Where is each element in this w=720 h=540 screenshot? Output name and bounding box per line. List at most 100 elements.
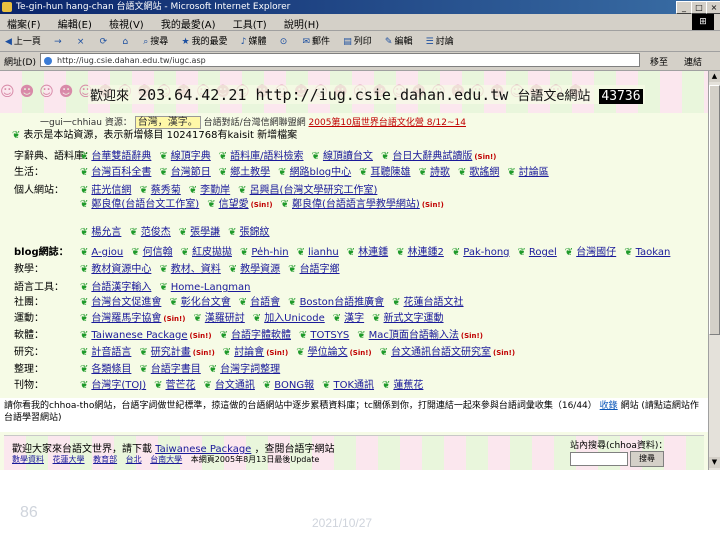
directory-link[interactable]: 討論區	[519, 167, 549, 178]
close-button[interactable]: ×	[706, 1, 720, 14]
directory-link[interactable]: 蔡秀菊	[151, 185, 181, 196]
directory-link[interactable]: 花蓮台語文社	[404, 297, 464, 308]
media-button[interactable]: ♪ 媒體	[236, 31, 272, 50]
directory-link[interactable]: 台語會	[250, 297, 280, 308]
refresh-button[interactable]: ⟳	[95, 34, 115, 50]
footer-link[interactable]: 台北	[126, 455, 142, 464]
directory-link[interactable]: 新式文字運動	[384, 313, 444, 324]
search-button[interactable]: ⌕ 搜尋	[138, 31, 173, 50]
directory-link[interactable]: 台華雙語辭典	[91, 151, 151, 162]
directory-link[interactable]: 蓮蕉花	[393, 380, 423, 391]
directory-link[interactable]: 台灣節日	[171, 167, 211, 178]
mail-button[interactable]: ✉ 郵件	[297, 31, 335, 50]
directory-link[interactable]: 台語字體軟體	[231, 330, 291, 341]
directory-link[interactable]: 線頂讀台文	[323, 151, 373, 162]
footer-link[interactable]: 台南大學	[150, 455, 182, 464]
directory-link[interactable]: 信望愛	[219, 199, 249, 210]
directory-link[interactable]: 台灣字詞整理	[220, 364, 280, 375]
directory-link[interactable]: 李勤岸	[200, 185, 230, 196]
favorites-button[interactable]: ★ 我的最愛	[176, 31, 232, 50]
maximize-button[interactable]: □	[691, 1, 707, 14]
directory-link[interactable]: 學位論文	[308, 347, 348, 358]
directory-link[interactable]: 台灣百科全書	[91, 167, 151, 178]
footer-link[interactable]: 數學資料	[12, 455, 44, 464]
discuss-button[interactable]: ☰ 討論	[421, 31, 459, 50]
go-button[interactable]: 移至	[650, 55, 668, 68]
scroll-down-icon[interactable]: ▼	[709, 457, 720, 468]
footer-link[interactable]: 花蓮大學	[53, 455, 85, 464]
directory-link[interactable]: Boston台語推廣會	[300, 297, 385, 308]
directory-link[interactable]: TOTSYS	[310, 330, 349, 341]
directory-link[interactable]: BONG報	[274, 380, 314, 391]
directory-link[interactable]: Pe̍h-hin	[251, 247, 288, 258]
directory-link[interactable]: 張錦紋	[240, 227, 270, 238]
edit-button[interactable]: ✎ 編輯	[380, 31, 418, 50]
scroll-thumb[interactable]	[709, 85, 720, 335]
directory-link[interactable]: 語料庫/語料檢索	[230, 151, 303, 162]
directory-link[interactable]: 加入Unicode	[264, 313, 325, 324]
directory-link[interactable]: 教材資源中心	[91, 264, 151, 275]
directory-link[interactable]: 菅芒花	[166, 380, 196, 391]
directory-link[interactable]: 鄉土教學	[230, 167, 270, 178]
scroll-up-icon[interactable]: ▲	[709, 71, 720, 82]
directory-link[interactable]: 各類條目	[91, 364, 131, 375]
directory-link[interactable]: 台灣羅馬字協會	[91, 313, 161, 324]
minimize-button[interactable]: _	[676, 1, 692, 14]
directory-link[interactable]: Rogel	[529, 247, 557, 258]
footer-link[interactable]: 教育部	[93, 455, 117, 464]
directory-link[interactable]: 詩歌	[430, 167, 450, 178]
directory-link[interactable]: 台灣台文促進會	[91, 297, 161, 308]
directory-link[interactable]: 網路blog中心	[290, 167, 352, 178]
directory-link[interactable]: 教材、資料	[171, 264, 221, 275]
info-link[interactable]: 收錄	[600, 401, 618, 411]
links-button[interactable]: 連結	[684, 55, 702, 68]
directory-link[interactable]: 彰化台文會	[181, 297, 231, 308]
directory-link[interactable]: Mac頂面台語輸入法	[369, 330, 459, 341]
directory-link[interactable]: 呂興昌(台灣文學研究工作室)	[250, 185, 378, 196]
directory-link[interactable]: 楊允言	[91, 227, 121, 238]
forward-button[interactable]: →	[49, 34, 69, 50]
stop-button[interactable]: ×	[72, 34, 92, 50]
directory-link[interactable]: TOK通訊	[333, 380, 374, 391]
directory-link[interactable]: 討論會	[234, 347, 264, 358]
directory-link[interactable]: 何信翰	[143, 247, 173, 258]
address-input[interactable]: http://iug.csie.dahan.edu.tw/iugc.asp	[40, 53, 640, 67]
directory-link[interactable]: 林連鍾2	[407, 247, 443, 258]
directory-link[interactable]: 張學謙	[190, 227, 220, 238]
directory-link[interactable]: Pak-hong	[463, 247, 509, 258]
site-search-button[interactable]: 搜尋	[630, 451, 664, 467]
directory-link[interactable]: 台語字書目	[151, 364, 201, 375]
directory-link[interactable]: 台文通訊	[215, 380, 255, 391]
directory-link[interactable]: 紅皮拋拋	[192, 247, 232, 258]
directory-link[interactable]: 范俊杰	[141, 227, 171, 238]
directory-link[interactable]: 漢羅研討	[205, 313, 245, 324]
directory-link[interactable]: 研究計畫	[151, 347, 191, 358]
back-button[interactable]: ◀ 上一頁	[0, 31, 46, 50]
vertical-scrollbar[interactable]: ▲ ▼	[708, 71, 720, 470]
directory-link[interactable]: lianhu	[308, 247, 339, 258]
directory-link[interactable]: A-giou	[91, 247, 123, 258]
directory-link[interactable]: 莊光信網	[91, 185, 131, 196]
directory-link[interactable]: 台日大辭典試讀版	[392, 151, 472, 162]
site-search-input[interactable]	[570, 452, 628, 466]
directory-link[interactable]: 計音語言	[91, 347, 131, 358]
directory-link[interactable]: 台語字鄉	[300, 264, 340, 275]
directory-link[interactable]: 台語漢字輸入	[91, 282, 151, 293]
directory-link[interactable]: 台灣國仔	[576, 247, 616, 258]
event-link[interactable]: 2005第10屆世界台語文化營 8/12~14	[309, 118, 466, 128]
directory-link[interactable]: 漢字	[344, 313, 364, 324]
directory-link[interactable]: 鄭良偉(台語語言學教學網站)	[292, 199, 420, 210]
history-button[interactable]: ⊙	[275, 34, 295, 50]
directory-link[interactable]: 線頂字典	[171, 151, 211, 162]
directory-link[interactable]: 耳聽陳雄	[371, 167, 411, 178]
directory-link[interactable]: Taiwanese Package	[91, 330, 187, 341]
directory-link[interactable]: 台文通訊台語文研究室	[391, 347, 491, 358]
home-button[interactable]: ⌂	[117, 34, 135, 50]
directory-link[interactable]: 鄭良偉(台語台文工作室)	[91, 199, 199, 210]
directory-link[interactable]: 林連鍾	[358, 247, 388, 258]
print-button[interactable]: ▤ 列印	[338, 31, 377, 50]
directory-link[interactable]: 教學資源	[240, 264, 280, 275]
directory-link[interactable]: Home-Langman	[171, 282, 251, 293]
directory-link[interactable]: Taokan	[636, 247, 671, 258]
directory-link[interactable]: 歌謠網	[469, 167, 499, 178]
